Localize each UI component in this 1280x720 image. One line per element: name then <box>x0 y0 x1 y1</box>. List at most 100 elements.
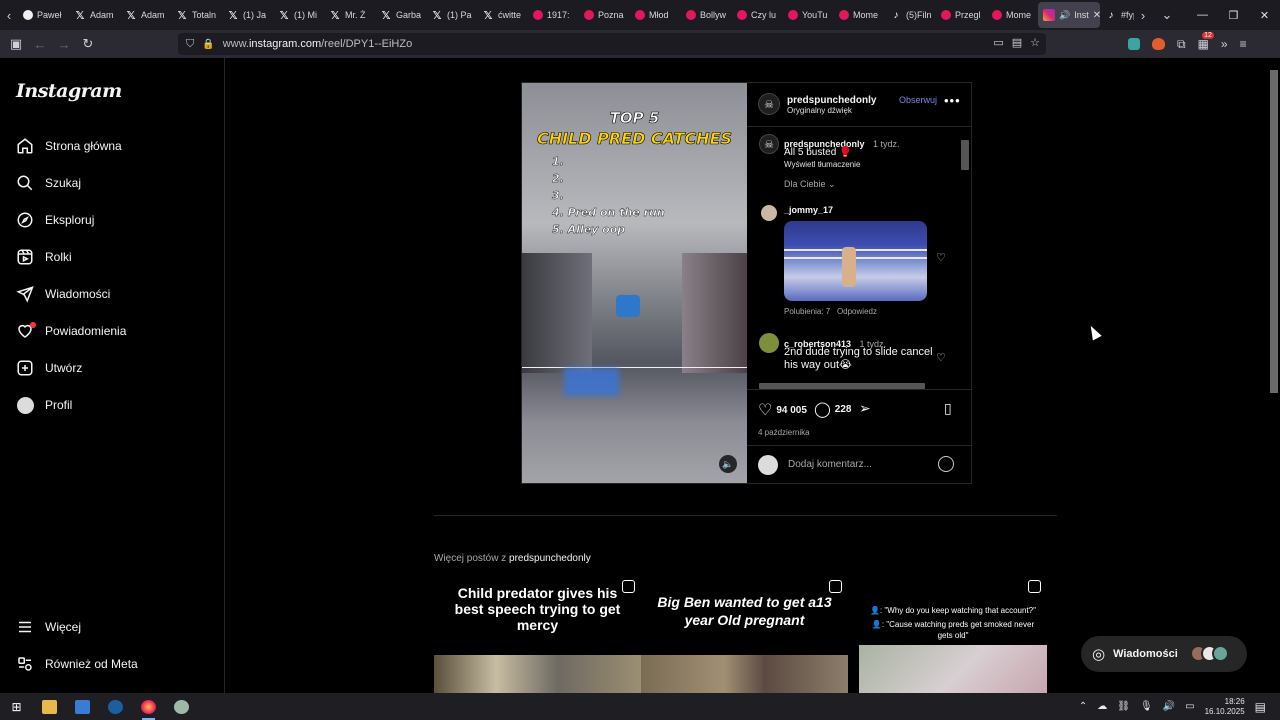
more-post-card[interactable]: Big Ben wanted to get a13 year Old pregn… <box>641 575 848 693</box>
browser-tab[interactable]: 𝕏 Totaln <box>171 0 222 30</box>
sidebar-item-compass[interactable]: Eksploruj <box>16 208 94 232</box>
close-tab-icon[interactable]: ✕ <box>1093 10 1100 21</box>
add-comment-input[interactable]: Dodaj komentarz... <box>788 459 872 470</box>
author-username[interactable]: predspunchedonly <box>787 95 876 106</box>
browser-tab[interactable]: 𝕏 Garba <box>375 0 426 30</box>
author-avatar[interactable]: ☠ <box>758 93 780 115</box>
speaker-icon[interactable]: 🔊 <box>1059 10 1070 21</box>
save-button[interactable]: ▯ <box>944 400 952 417</box>
picture-in-picture-icon[interactable]: ▭ <box>993 36 1003 49</box>
more-post-card[interactable]: 👤: "Why do you keep watching that accoun… <box>859 575 1047 693</box>
taskbar-steam[interactable] <box>99 693 132 720</box>
onedrive-icon[interactable]: ☁ <box>1097 701 1107 712</box>
ublock-extension-icon[interactable] <box>1152 38 1165 50</box>
like-comment-icon[interactable]: ♡ <box>936 251 946 264</box>
sidebar-item-home[interactable]: Strona główna <box>16 134 122 158</box>
vpn-extension-icon[interactable] <box>1128 38 1140 50</box>
tab-fyp[interactable]: ♪ #fyp <box>1100 0 1135 30</box>
like-button[interactable]: ♡ 94 005 <box>758 400 807 420</box>
comment-avatar[interactable] <box>761 205 777 221</box>
browser-tab[interactable]: Czy lu <box>732 0 783 30</box>
browser-tab[interactable]: 𝕏 (1) Mi <box>273 0 324 30</box>
sidebar-item-reels[interactable]: Rolki <box>16 245 72 269</box>
comments-scrollbar-vertical[interactable] <box>961 130 969 380</box>
tab-instagram-active[interactable]: 🔊 Inst ✕ <box>1038 2 1100 28</box>
minimize-icon[interactable]: — <box>1187 0 1218 30</box>
taskbar-file-explorer[interactable] <box>33 693 66 720</box>
back-icon[interactable]: ← <box>28 30 52 58</box>
browser-tab[interactable]: Pozna <box>579 0 630 30</box>
reel-video[interactable]: TOP 5 CHILD PRED CATCHES 1. 2. 3. 4. Pred o… <box>522 83 747 483</box>
browser-tab[interactable]: ♪ (5)Filn <box>885 0 936 30</box>
tab-scroll-left-icon[interactable]: ‹ <box>0 0 18 30</box>
bookmark-star-icon[interactable]: ☆ <box>1030 36 1040 49</box>
instagram-logo[interactable]: Instagram <box>16 80 122 102</box>
sidebar-item-search[interactable]: Szukaj <box>16 171 81 195</box>
page-scrollbar[interactable] <box>1268 58 1280 693</box>
sidebar-item-menu[interactable]: Więcej <box>16 615 81 639</box>
taskbar-firefox[interactable] <box>132 693 165 720</box>
volume-icon[interactable]: 🔊 <box>1163 701 1175 712</box>
mute-icon[interactable]: 🔈 <box>719 455 737 473</box>
browser-tab[interactable]: 𝕏 Mr. Ż <box>324 0 375 30</box>
close-window-icon[interactable]: ✕ <box>1249 0 1280 30</box>
comment-likes[interactable]: Polubienia: 7 <box>784 307 830 316</box>
more-posts-username[interactable]: predspunchedonly <box>509 553 591 564</box>
display-icon[interactable]: ▭ <box>1185 701 1194 712</box>
taskbar-app-remote[interactable] <box>66 693 99 720</box>
browser-tab[interactable]: Paweł <box>18 0 69 30</box>
share-button[interactable]: ➢ <box>859 400 871 417</box>
browser-tab[interactable]: 𝕏 Adam <box>120 0 171 30</box>
more-post-card[interactable]: Child predator gives his best speech try… <box>434 575 641 693</box>
browser-tab[interactable]: Młod <box>630 0 681 30</box>
more-options-icon[interactable]: ••• <box>944 93 961 108</box>
browser-tab[interactable]: Mome <box>987 0 1038 30</box>
extensions-puzzle-icon[interactable]: ⧉ <box>1177 37 1186 52</box>
microphone-icon[interactable]: 🎙 <box>1140 701 1153 712</box>
sidebar-toggle-icon[interactable]: ▣ <box>4 30 28 58</box>
tab-list-dropdown-icon[interactable]: ⌄ <box>1152 0 1182 30</box>
like-comment-icon[interactable]: ♡ <box>936 351 946 364</box>
browser-tab[interactable]: 𝕏ćwitte <box>477 0 528 30</box>
sidebar-item-heart[interactable]: Powiadomienia <box>16 319 126 343</box>
tab-scroll-right-icon[interactable]: › <box>1134 0 1152 30</box>
comment-avatar[interactable] <box>759 333 779 353</box>
maximize-icon[interactable]: ❐ <box>1218 0 1249 30</box>
reload-icon[interactable]: ↻ <box>76 30 100 58</box>
browser-tab[interactable]: Mome <box>834 0 885 30</box>
sidebar-item-plus[interactable]: Utwórz <box>16 356 82 380</box>
shield-icon[interactable]: ⛉ <box>186 38 194 51</box>
start-button[interactable]: ⊞ <box>0 693 33 720</box>
tray-chevron-up-icon[interactable]: ⌃ <box>1079 701 1087 712</box>
browser-tab[interactable]: 𝕏 (1) Ja <box>222 0 273 30</box>
clock[interactable]: 18:26 16.10.2025 <box>1205 697 1245 717</box>
browser-tab[interactable]: YouTu <box>783 0 834 30</box>
lock-icon[interactable]: 🔒 <box>202 39 214 50</box>
follow-button[interactable]: Obserwuj <box>899 95 937 105</box>
overflow-menu-icon[interactable]: » <box>1221 37 1228 51</box>
translate-link[interactable]: Wyświetl tłumaczenie <box>784 160 860 169</box>
browser-tab[interactable]: 1917: <box>528 0 579 30</box>
comment-username[interactable]: _jommy_17 <box>784 205 833 215</box>
url-bar[interactable]: ⛉ 🔒 www.instagram.com/reel/DPY1--EiHZo ▭… <box>178 33 1046 55</box>
sidebar-item-meta[interactable]: Również od Meta <box>16 652 138 676</box>
reply-link[interactable]: Odpowiedz <box>837 307 877 316</box>
notifications-icon[interactable]: ▤ <box>1255 700 1266 714</box>
emoji-icon[interactable] <box>938 456 954 472</box>
browser-tab[interactable]: 𝕏 (1) Pa <box>426 0 477 30</box>
counter-extension-icon[interactable]: ▦ 12 <box>1198 32 1214 51</box>
browser-tab[interactable]: Bollyw <box>681 0 732 30</box>
network-icon[interactable]: ⛓ <box>1117 701 1130 712</box>
browser-tab[interactable]: 𝕏 Adam <box>69 0 120 30</box>
hamburger-menu-icon[interactable]: ≡ <box>1240 37 1247 51</box>
url-text[interactable]: www.instagram.com/reel/DPY1--EiHZo <box>223 38 413 50</box>
sidebar-item-avatar[interactable]: Profil <box>16 393 72 417</box>
comment-button[interactable]: ◯ 228 <box>814 400 851 418</box>
messages-button[interactable]: ◎ Wiadomości <box>1081 636 1247 672</box>
reader-view-icon[interactable]: ▤ <box>1012 36 1022 49</box>
browser-tab[interactable]: Przegl <box>936 0 987 30</box>
comment-gif-image[interactable] <box>784 221 927 301</box>
original-audio-link[interactable]: Oryginalny dźwięk <box>787 106 852 115</box>
for-you-dropdown[interactable]: Dla Ciebie ⌄ <box>784 179 836 190</box>
sidebar-item-send[interactable]: Wiadomości <box>16 282 110 306</box>
